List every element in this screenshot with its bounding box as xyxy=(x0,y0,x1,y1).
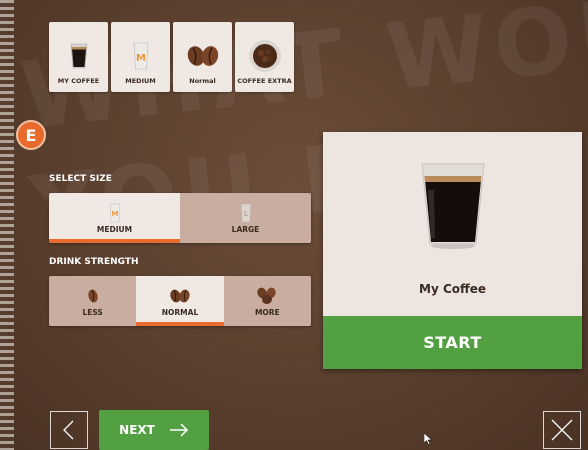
medium-glass-icon: M xyxy=(109,203,121,223)
left-edge-strip xyxy=(0,0,14,450)
mouse-cursor-icon xyxy=(423,430,433,449)
next-button[interactable]: NEXT xyxy=(99,410,209,450)
size-option-label: LARGE xyxy=(231,224,260,234)
summary-tile-my-coffee[interactable]: MY COFFEE xyxy=(49,22,108,92)
svg-text:M: M xyxy=(136,53,146,64)
next-button-label: NEXT xyxy=(119,423,155,437)
coffee-cup-image xyxy=(416,160,490,254)
three-beans-icon xyxy=(255,286,279,306)
svg-text:M: M xyxy=(111,210,118,218)
size-option-medium[interactable]: M MEDIUM xyxy=(49,193,180,243)
size-selector: M MEDIUM L LARGE xyxy=(49,193,311,243)
strength-option-label: LESS xyxy=(82,307,103,317)
close-button[interactable] xyxy=(543,411,581,449)
beans-bowl-icon xyxy=(248,39,282,73)
summary-tile-label: MY COFFEE xyxy=(57,77,100,85)
size-option-label: MEDIUM xyxy=(96,224,133,234)
strength-option-more[interactable]: MORE xyxy=(223,276,311,326)
strength-option-label: NORMAL xyxy=(161,307,199,317)
drink-strength-heading: DRINK STRENGTH xyxy=(49,257,139,267)
medium-glass-icon: M xyxy=(131,39,151,73)
arrow-right-icon xyxy=(169,423,188,437)
svg-text:L: L xyxy=(243,210,248,218)
two-beans-icon xyxy=(185,39,221,73)
drink-name: My Coffee xyxy=(419,282,486,296)
summary-tile-strength[interactable]: Normal xyxy=(173,22,232,92)
close-icon xyxy=(551,419,573,441)
one-bean-icon xyxy=(87,286,99,306)
summary-tile-label: MEDIUM xyxy=(125,77,156,85)
strength-selector: LESS NORMAL MORE xyxy=(49,276,311,326)
summary-tile-label: Normal xyxy=(189,77,216,85)
strength-option-less[interactable]: LESS xyxy=(49,276,137,326)
large-glass-icon: L xyxy=(240,203,252,223)
step-badge: E xyxy=(16,120,46,150)
two-beans-icon xyxy=(169,286,191,306)
strength-option-normal[interactable]: NORMAL xyxy=(136,276,224,326)
selection-summary: MY COFFEE M MEDIUM Normal COFFEE EXTRA xyxy=(49,22,294,92)
select-size-heading: SELECT SIZE xyxy=(49,174,112,184)
summary-tile-size[interactable]: M MEDIUM xyxy=(111,22,170,92)
strength-option-label: MORE xyxy=(254,307,280,317)
summary-tile-label: COFFEE EXTRA xyxy=(237,77,292,85)
summary-tile-extra[interactable]: COFFEE EXTRA xyxy=(235,22,294,92)
chevron-left-icon xyxy=(63,420,74,440)
cup-icon xyxy=(68,39,90,73)
start-button[interactable]: START xyxy=(323,316,582,369)
size-option-large[interactable]: L LARGE xyxy=(180,193,311,243)
back-button[interactable] xyxy=(50,411,88,449)
drink-preview-card: My Coffee START xyxy=(323,132,582,369)
